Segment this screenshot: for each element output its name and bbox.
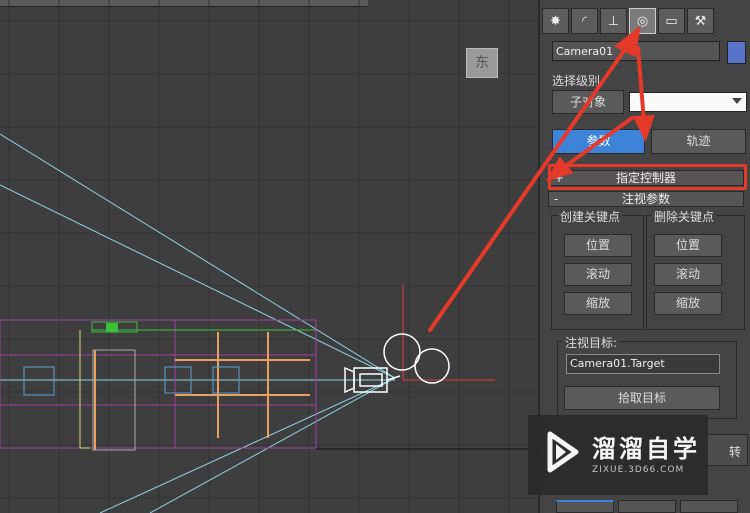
chevron-down-icon <box>732 98 742 104</box>
viewport-canvas <box>0 0 538 513</box>
create-roll-key-button[interactable]: 滚动 <box>564 263 632 286</box>
object-name-field[interactable]: Camera01 <box>552 41 720 61</box>
partial-button-label: 转 <box>728 445 741 459</box>
sub-object-dropdown[interactable] <box>629 92 747 112</box>
display-icon[interactable]: ▭ <box>658 8 685 34</box>
pick-target-button[interactable]: 拾取目标 <box>564 386 720 410</box>
delete-key-group-title: 删除关键点 <box>652 208 717 225</box>
hierarchy-icon[interactable]: ⊥ <box>600 8 627 34</box>
create-key-group-title: 创建关键点 <box>558 208 623 225</box>
scene-geometry-blue-squares <box>23 366 240 396</box>
annotation-highlight-box <box>548 164 747 190</box>
lookat-params-rollout[interactable]: - 注视参数 <box>548 191 744 207</box>
watermark-logo: 溜溜自学 ZIXUE.3D66.COM <box>528 415 708 495</box>
create-icon[interactable]: ✸ <box>542 8 569 34</box>
lookat-target-group-title: 注视目标: <box>563 334 620 351</box>
watermark-title: 溜溜自学 <box>592 435 700 463</box>
trajectories-button[interactable]: 轨迹 <box>651 129 746 154</box>
parameters-button[interactable]: 参数 <box>552 129 645 154</box>
bottom-tab-3[interactable] <box>680 500 738 513</box>
rollout-title: 注视参数 <box>621 192 670 206</box>
viewcube[interactable]: 东 <box>466 48 498 78</box>
green-marker <box>106 323 118 332</box>
delete-position-key-button[interactable]: 位置 <box>654 234 722 257</box>
utilities-icon[interactable]: ⚒ <box>687 8 714 34</box>
object-color-swatch[interactable] <box>727 41 746 64</box>
play-logo-icon <box>547 431 579 473</box>
motion-icon[interactable]: ◎ <box>629 8 656 34</box>
bottom-tab-1[interactable] <box>556 500 614 513</box>
delete-scale-key-button[interactable]: 缩放 <box>654 292 722 315</box>
perspective-viewport[interactable]: 东 <box>0 0 538 513</box>
command-panel-tabs: ✸ ◜ ⊥ ◎ ▭ ⚒ <box>542 8 714 34</box>
bottom-tab-2[interactable] <box>618 500 676 513</box>
bottom-tab-strip <box>546 500 750 513</box>
camera-object <box>344 333 450 394</box>
modify-icon[interactable]: ◜ <box>571 8 598 34</box>
lookat-target-field[interactable]: Camera01.Target <box>566 354 720 374</box>
create-scale-key-button[interactable]: 缩放 <box>564 292 632 315</box>
scene-geometry-gray <box>92 349 136 451</box>
sub-object-button[interactable]: 子对象 <box>552 90 624 114</box>
scene-geometry-yellow <box>79 330 90 449</box>
rollout-collapse-sign: - <box>554 192 559 206</box>
selection-level-label: 选择级别 <box>552 74 601 88</box>
delete-roll-key-button[interactable]: 滚动 <box>654 263 722 286</box>
watermark-subtitle: ZIXUE.3D66.COM <box>592 465 685 475</box>
create-position-key-button[interactable]: 位置 <box>564 234 632 257</box>
